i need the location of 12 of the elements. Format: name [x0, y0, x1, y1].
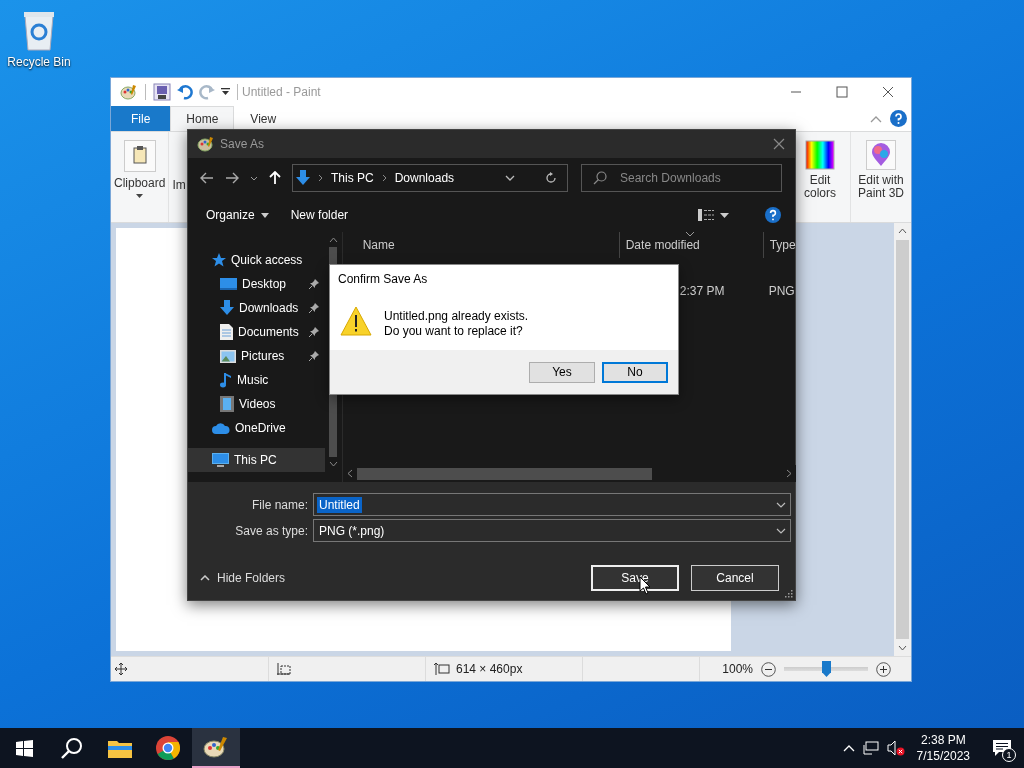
message-text: Do you want to replace it? — [384, 324, 524, 339]
file-name-label: File name: — [250, 497, 308, 512]
table-cell: PNG — [768, 284, 795, 298]
zoom-level-text: 100% — [722, 662, 753, 676]
canvas-size-text: 614 × 460px — [456, 662, 523, 676]
dialog-title: Save As — [220, 137, 265, 151]
save-as-type-label: Save as type: — [234, 523, 308, 538]
notification-count-badge: 1 — [1002, 748, 1016, 762]
table-cell-text: 2:37 PM — [679, 284, 726, 298]
dialog-title: Confirm Save As — [337, 271, 429, 288]
window-title: Untitled - Paint — [242, 85, 321, 99]
message-text: Untitled.png already exists. — [384, 309, 529, 324]
